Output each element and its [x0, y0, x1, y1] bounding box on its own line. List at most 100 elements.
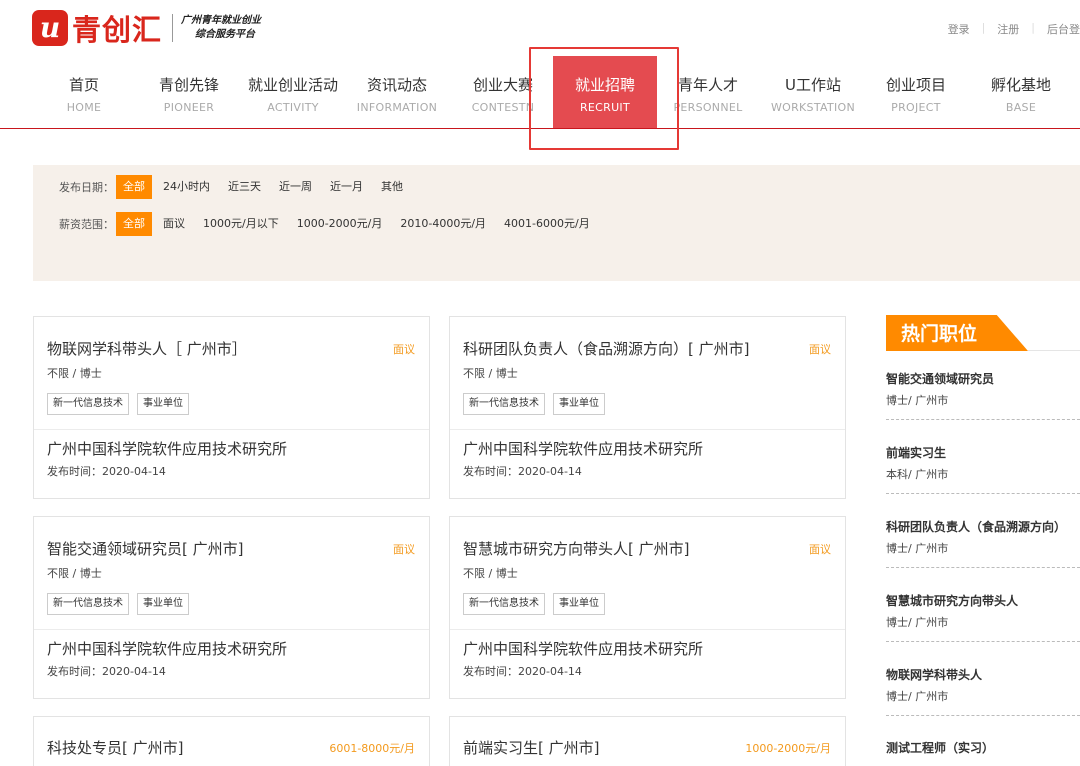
- job-card[interactable]: 科技处专员[ 广州市] 6001-8000元/月: [33, 716, 430, 766]
- job-tag: 新一代信息技术: [47, 593, 129, 615]
- nav-item-label: 创业项目: [885, 76, 946, 94]
- nav-item-information[interactable]: 资讯动态 INFORMATION: [351, 56, 443, 128]
- filter-option[interactable]: 近一月: [323, 175, 370, 199]
- card-divider: [450, 429, 845, 430]
- job-card[interactable]: 智能交通领域研究员[ 广州市] 面议 不限 / 博士 新一代信息技术 事业单位 …: [33, 516, 430, 699]
- filter-option[interactable]: 2010-4000元/月: [393, 212, 493, 236]
- nav-item-sublabel: PROJECT: [891, 101, 941, 114]
- admin-login-link[interactable]: 后台登: [1047, 21, 1080, 37]
- nav-item-contest[interactable]: 创业大赛 CONTESTN: [463, 56, 543, 128]
- nav-item-recruit[interactable]: 就业招聘 RECRUIT: [553, 56, 657, 128]
- job-card[interactable]: 前端实习生[ 广州市] 1000-2000元/月: [449, 716, 846, 766]
- hot-job-title[interactable]: 测试工程师（实习）: [886, 739, 994, 756]
- card-divider: [34, 629, 429, 630]
- job-title[interactable]: 科研团队负责人（食品溯源方向）[ 广州市]: [463, 338, 749, 359]
- job-salary: 面议: [809, 343, 831, 356]
- logo-divider: [172, 14, 174, 42]
- job-requirements: 不限 / 博士: [47, 567, 102, 580]
- separator: |: [1031, 21, 1035, 34]
- job-tag: 新一代信息技术: [463, 393, 545, 415]
- hot-jobs-title: 热门职位: [901, 323, 978, 345]
- job-card[interactable]: 智慧城市研究方向带头人[ 广州市] 面议 不限 / 博士 新一代信息技术 事业单…: [449, 516, 846, 699]
- job-card[interactable]: 物联网学科带头人［ 广州市］ 面议 不限 / 博士 新一代信息技术 事业单位 广…: [33, 316, 430, 499]
- nav-item-sublabel: PERSONNEL: [673, 101, 743, 114]
- hot-job-title[interactable]: 智能交通领域研究员: [886, 370, 994, 387]
- job-salary: 面议: [393, 543, 415, 556]
- login-link[interactable]: 登录: [948, 21, 970, 37]
- logo-slogan: 广州青年就业创业 综合服务平台: [181, 14, 261, 42]
- job-title[interactable]: 智慧城市研究方向带头人[ 广州市]: [463, 538, 689, 559]
- company-name[interactable]: 广州中国科学院软件应用技术研究所: [463, 438, 703, 459]
- slogan-line-1: 广州青年就业创业: [181, 15, 262, 26]
- filter-option[interactable]: 近三天: [221, 175, 268, 199]
- logo-name: 青创汇: [72, 13, 163, 47]
- nav-item-sublabel: CONTESTN: [471, 101, 535, 114]
- site-logo[interactable]: u 青创汇 广州青年就业创业 综合服务平台: [32, 10, 261, 47]
- nav-item-workstation[interactable]: U工作站 WORKSTATION: [763, 56, 863, 128]
- hot-job-item[interactable]: 科研团队负责人（食品溯源方向） 博士/ 广州市: [886, 518, 1080, 592]
- hot-job-item[interactable]: 智慧城市研究方向带头人 博士/ 广州市: [886, 592, 1080, 666]
- nav-item-label: 创业大赛: [472, 76, 533, 94]
- nav-item-label: U工作站: [785, 76, 841, 94]
- card-divider: [34, 429, 429, 430]
- top-links: 登录 | 注册 | 后台登: [948, 21, 1080, 37]
- job-title[interactable]: 前端实习生[ 广州市]: [463, 737, 599, 758]
- hot-job-item[interactable]: 智能交通领域研究员 博士/ 广州市: [886, 370, 1080, 444]
- hot-job-title[interactable]: 科研团队负责人（食品溯源方向）: [886, 518, 1066, 535]
- hot-job-item[interactable]: 测试工程师（实习）: [886, 739, 1080, 756]
- hot-job-title[interactable]: 物联网学科带头人: [886, 666, 982, 683]
- register-link[interactable]: 注册: [997, 21, 1019, 37]
- nav-item-activity[interactable]: 就业创业活动 ACTIVITY: [243, 56, 343, 128]
- company-name[interactable]: 广州中国科学院软件应用技术研究所: [463, 638, 703, 659]
- nav-item-base[interactable]: 孵化基地 BASE: [980, 56, 1062, 128]
- filter-option[interactable]: 面议: [156, 212, 192, 236]
- filter-option[interactable]: 近一周: [272, 175, 319, 199]
- publish-date: 发布时间：2020-04-14: [463, 665, 582, 678]
- filter-option[interactable]: 4001-6000元/月: [497, 212, 597, 236]
- hot-job-meta: 博士/ 广州市: [886, 616, 949, 629]
- nav-item-pioneer[interactable]: 青创先锋 PIONEER: [150, 56, 228, 128]
- filter-option[interactable]: 全部: [116, 212, 152, 236]
- hot-job-meta: 博士/ 广州市: [886, 690, 949, 703]
- filter-option[interactable]: 1000元/月以下: [196, 212, 286, 236]
- nav-item-sublabel: BASE: [1005, 101, 1037, 114]
- job-tag: 新一代信息技术: [463, 593, 545, 615]
- job-requirements: 不限 / 博士: [47, 367, 102, 380]
- nav-item-sublabel: PIONEER: [163, 101, 215, 114]
- nav-item-label: 首页: [68, 76, 99, 94]
- nav-item-project[interactable]: 创业项目 PROJECT: [876, 56, 956, 128]
- nav-item-sublabel: WORKSTATION: [770, 101, 856, 114]
- job-tags: 新一代信息技术 事业单位: [463, 593, 613, 615]
- nav-item-label: 就业招聘: [574, 76, 635, 94]
- slogan-line-2: 综合服务平台: [195, 29, 256, 40]
- job-salary: 面议: [809, 543, 831, 556]
- nav-item-home[interactable]: 首页 HOME: [45, 56, 123, 128]
- dashed-divider: [886, 715, 1080, 716]
- hot-job-title[interactable]: 前端实习生: [886, 444, 946, 461]
- job-tags: 新一代信息技术 事业单位: [463, 393, 613, 415]
- card-divider: [450, 629, 845, 630]
- hot-jobs-header: 热门职位: [886, 315, 1028, 351]
- hot-job-item[interactable]: 物联网学科带头人 博士/ 广州市: [886, 666, 1080, 740]
- main-nav: 首页 HOME 青创先锋 PIONEER 就业创业活动 ACTIVITY 资讯动…: [0, 56, 1080, 129]
- nav-item-label: 青年人才: [677, 76, 738, 94]
- filter-option[interactable]: 其他: [374, 175, 410, 199]
- company-name[interactable]: 广州中国科学院软件应用技术研究所: [47, 638, 287, 659]
- nav-item-personnel[interactable]: 青年人才 PERSONNEL: [668, 56, 748, 128]
- publish-date: 发布时间：2020-04-14: [47, 465, 166, 478]
- hot-job-meta: 本科/ 广州市: [886, 468, 949, 481]
- job-card[interactable]: 科研团队负责人（食品溯源方向）[ 广州市] 面议 不限 / 博士 新一代信息技术…: [449, 316, 846, 499]
- filter-option[interactable]: 全部: [116, 175, 152, 199]
- filter-option[interactable]: 24小时内: [156, 175, 217, 199]
- top-bar: u 青创汇 广州青年就业创业 综合服务平台 登录 | 注册 | 后台登: [0, 0, 1080, 56]
- company-name[interactable]: 广州中国科学院软件应用技术研究所: [47, 438, 287, 459]
- job-title[interactable]: 智能交通领域研究员[ 广州市]: [47, 538, 243, 559]
- filter-label: 薪资范围：: [59, 218, 114, 231]
- job-tags: 新一代信息技术 事业单位: [47, 593, 197, 615]
- job-title[interactable]: 物联网学科带头人［ 广州市］: [47, 338, 247, 359]
- dashed-divider: [886, 641, 1080, 642]
- filter-option[interactable]: 1000-2000元/月: [290, 212, 390, 236]
- hot-job-item[interactable]: 前端实习生 本科/ 广州市: [886, 444, 1080, 518]
- job-title[interactable]: 科技处专员[ 广州市]: [47, 737, 183, 758]
- hot-job-title[interactable]: 智慧城市研究方向带头人: [886, 592, 1018, 609]
